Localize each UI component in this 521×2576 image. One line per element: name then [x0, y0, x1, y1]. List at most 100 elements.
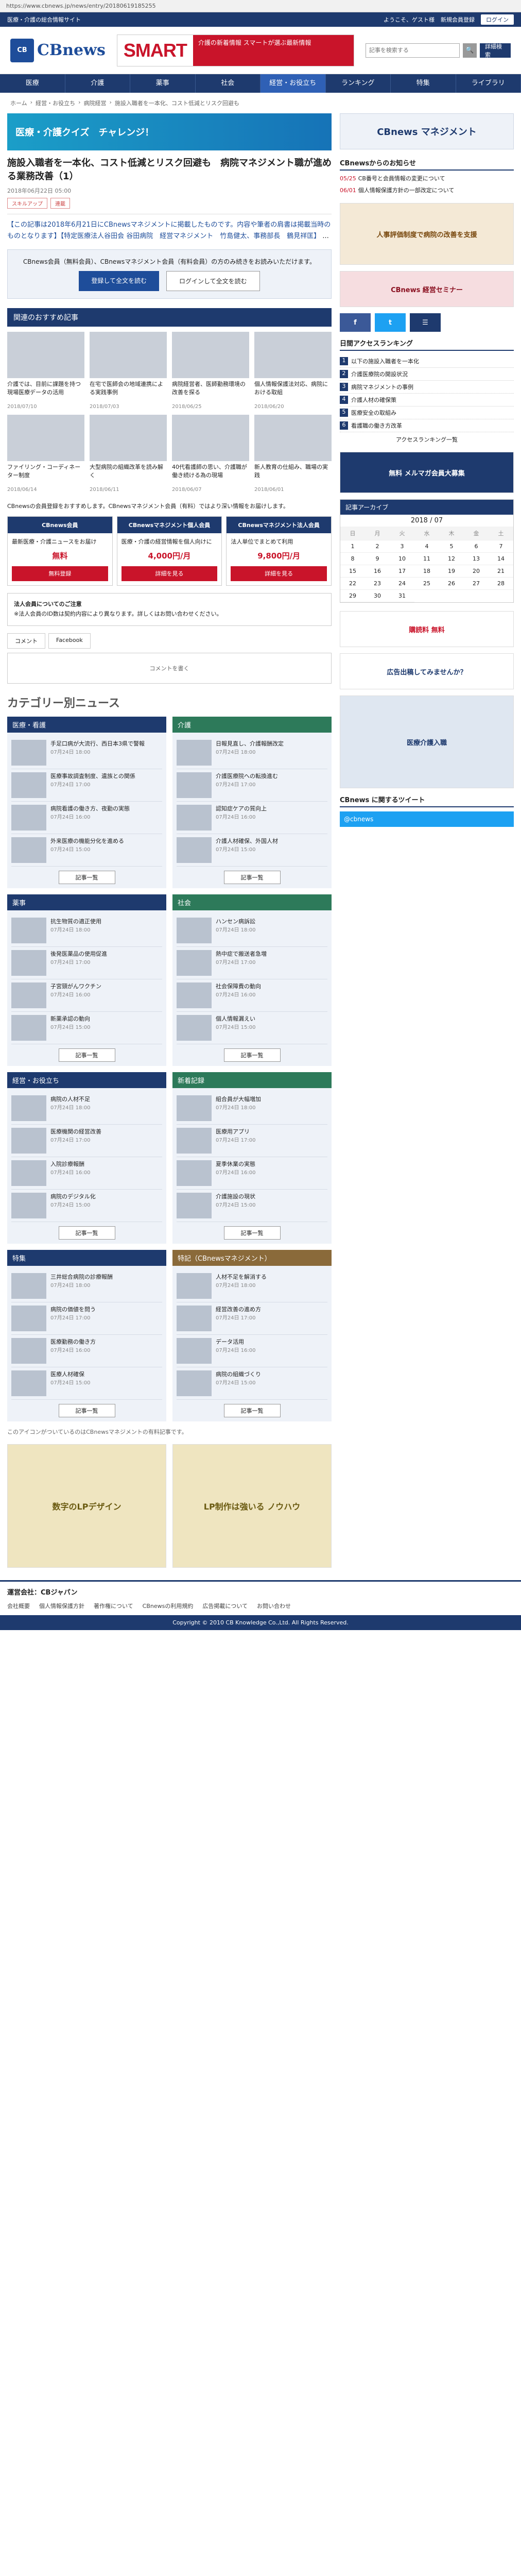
- footer-link[interactable]: 著作権について: [94, 1602, 133, 1610]
- footer-link[interactable]: CBnewsの利用規約: [143, 1602, 194, 1610]
- calendar-day[interactable]: 3: [390, 540, 414, 553]
- category-news-item[interactable]: 三井総合病院の診療報酬 07月24日 18:00: [11, 1270, 162, 1302]
- ranking-item[interactable]: 2 介護医療院の開設状況: [340, 368, 514, 381]
- recommend-item[interactable]: 介護では、目前に課題を持つ現場医療データの活用 2018/07/10: [7, 332, 84, 410]
- calendar-day[interactable]: 20: [464, 565, 489, 578]
- nav-special[interactable]: 特集: [391, 74, 456, 93]
- calendar-day[interactable]: 8: [340, 553, 365, 565]
- sidebar-cbnews-management-banner[interactable]: CBnews マネジメント: [340, 113, 514, 149]
- category-news-item[interactable]: データ活用 07月24日 16:00: [177, 1335, 327, 1367]
- ranking-item[interactable]: 1 以下の施設入職者を一本化: [340, 355, 514, 368]
- plan-button[interactable]: 詳細を見る: [121, 566, 218, 582]
- comment-input[interactable]: コメントを書く: [7, 652, 332, 684]
- calendar-day[interactable]: 25: [414, 578, 439, 590]
- detail-search-button[interactable]: 詳細検索: [480, 43, 511, 58]
- sidebar-ad-placement-banner[interactable]: 広告出稿してみませんか？: [340, 653, 514, 689]
- category-news-item[interactable]: 介護施設の現状 07月24日 15:00: [177, 1190, 327, 1222]
- calendar-day[interactable]: 7: [489, 540, 513, 553]
- nav-care[interactable]: 介護: [65, 74, 130, 93]
- calendar-day[interactable]: 13: [464, 553, 489, 565]
- footer-link[interactable]: 個人情報保護方針: [39, 1602, 84, 1610]
- tab-facebook[interactable]: Facebook: [48, 633, 91, 649]
- calendar-day[interactable]: 4: [414, 540, 439, 553]
- sidebar-magazine-banner[interactable]: 無料 メルマガ会員大募集: [340, 452, 514, 493]
- calendar-day[interactable]: 5: [439, 540, 464, 553]
- calendar-day[interactable]: 27: [464, 578, 489, 590]
- ranking-more-link[interactable]: アクセスランキング一覧: [340, 435, 514, 444]
- bottom-ad-lp-design[interactable]: 数字のLPデザイン: [7, 1444, 166, 1568]
- nav-pharma[interactable]: 薬事: [130, 74, 196, 93]
- category-news-item[interactable]: 介護人材確保、外国人材 07月24日 15:00: [177, 834, 327, 867]
- nav-ranking[interactable]: ランキング: [326, 74, 391, 93]
- calendar-day[interactable]: 6: [464, 540, 489, 553]
- category-news-item[interactable]: 組合員が大幅増加 07月24日 18:00: [177, 1092, 327, 1125]
- recommend-item[interactable]: 40代看護師の思い、介護職が働き続ける為の現場 2018/06/07: [172, 415, 249, 493]
- register-read-button[interactable]: 登録して全文を読む: [79, 271, 159, 292]
- plan-button[interactable]: 詳細を見る: [231, 566, 327, 582]
- category-more-button[interactable]: 記事一覧: [58, 1226, 115, 1240]
- sidebar-free-banner[interactable]: 購読料 無料: [340, 611, 514, 647]
- calendar-day[interactable]: 16: [365, 565, 390, 578]
- category-news-item[interactable]: 社会保障費の動向 07月24日 16:00: [177, 979, 327, 1012]
- category-news-item[interactable]: 病院の組織づくり 07月24日 15:00: [177, 1367, 327, 1400]
- nav-medical[interactable]: 医療: [0, 74, 65, 93]
- category-news-item[interactable]: 医療勤務の働き方 07月24日 16:00: [11, 1335, 162, 1367]
- ranking-item[interactable]: 6 看護職の働き方改革: [340, 419, 514, 432]
- category-heading[interactable]: 社会: [172, 894, 332, 910]
- category-news-item[interactable]: 認知症ケアの質向上 07月24日 16:00: [177, 802, 327, 834]
- rss-icon[interactable]: ☰: [410, 313, 441, 332]
- category-news-item[interactable]: ハンセン病訴訟 07月24日 18:00: [177, 914, 327, 947]
- category-news-item[interactable]: 経営改善の進め方 07月24日 17:00: [177, 1302, 327, 1335]
- plan-button[interactable]: 無料登録: [12, 566, 108, 582]
- category-more-button[interactable]: 記事一覧: [58, 1048, 115, 1062]
- breadcrumb-home[interactable]: ホーム: [10, 99, 27, 107]
- browser-address-bar[interactable]: https://www.cbnews.jp/news/entry/2018061…: [0, 0, 521, 12]
- category-heading[interactable]: 介護: [172, 716, 332, 733]
- category-heading[interactable]: 新着記録: [172, 1072, 332, 1088]
- category-news-item[interactable]: 医療人材確保 07月24日 15:00: [11, 1367, 162, 1400]
- calendar-day[interactable]: 31: [390, 590, 414, 602]
- tag-series[interactable]: 連載: [50, 198, 70, 209]
- calendar-day[interactable]: 1: [340, 540, 365, 553]
- login-read-button[interactable]: ログインして全文を読む: [166, 271, 260, 292]
- recommend-item[interactable]: 大型病院の組織改革を読み解く 2018/06/11: [90, 415, 167, 493]
- tag-skillup[interactable]: スキルアップ: [7, 198, 47, 209]
- breadcrumb-subcategory[interactable]: 病院経営: [83, 99, 106, 107]
- category-heading[interactable]: 薬事: [7, 894, 166, 910]
- calendar-day[interactable]: 23: [365, 578, 390, 590]
- login-button[interactable]: ログイン: [481, 14, 514, 25]
- category-heading[interactable]: 医療・看護: [7, 716, 166, 733]
- ranking-item[interactable]: 5 医療安全の取組み: [340, 406, 514, 419]
- calendar-day[interactable]: 22: [340, 578, 365, 590]
- smart-ad-banner[interactable]: SMART 介護の新着情報 スマートが選ぶ最新情報: [116, 34, 354, 66]
- calendar-day[interactable]: 12: [439, 553, 464, 565]
- category-news-item[interactable]: 医療事故調査制度、遺族との関係 07月24日 17:00: [11, 769, 162, 802]
- calendar-day[interactable]: 17: [390, 565, 414, 578]
- category-news-item[interactable]: 医療用アプリ 07月24日 17:00: [177, 1125, 327, 1157]
- category-news-item[interactable]: 抗生物質の適正使用 07月24日 18:00: [11, 914, 162, 947]
- calendar-day[interactable]: 9: [365, 553, 390, 565]
- register-link[interactable]: 新規会員登録: [441, 15, 475, 24]
- calendar-day[interactable]: 11: [414, 553, 439, 565]
- category-news-item[interactable]: 病院のデジタル化 07月24日 15:00: [11, 1190, 162, 1222]
- category-news-item[interactable]: 病院の人材不足 07月24日 18:00: [11, 1092, 162, 1125]
- category-news-item[interactable]: 後発医薬品の使用促進 07月24日 17:00: [11, 947, 162, 979]
- sidebar-ad-evaluation[interactable]: 人事評価制度で病院の改善を支援: [340, 203, 514, 265]
- category-news-item[interactable]: 個人情報漏えい 07月24日 15:00: [177, 1012, 327, 1044]
- calendar-day[interactable]: 18: [414, 565, 439, 578]
- twitter-handle[interactable]: @cbnews: [340, 811, 514, 827]
- category-news-item[interactable]: 病院の価値を問う 07月24日 17:00: [11, 1302, 162, 1335]
- facebook-icon[interactable]: f: [340, 313, 371, 332]
- category-news-item[interactable]: 外来医療の機能分化を進める 07月24日 15:00: [11, 834, 162, 867]
- category-news-item[interactable]: 入院診療報酬 07月24日 16:00: [11, 1157, 162, 1190]
- recommend-item[interactable]: 病院経営者、医師勤務環境の改善を探る 2018/06/25: [172, 332, 249, 410]
- category-news-item[interactable]: 新薬承認の動向 07月24日 15:00: [11, 1012, 162, 1044]
- ranking-item[interactable]: 3 病院マネジメントの事例: [340, 381, 514, 394]
- quiz-banner[interactable]: 医療・介護クイズ チャレンジ！: [7, 113, 332, 150]
- calendar-day[interactable]: 21: [489, 565, 513, 578]
- category-news-item[interactable]: 熱中症で搬送者急増 07月24日 17:00: [177, 947, 327, 979]
- footer-link[interactable]: 会社概要: [7, 1602, 30, 1610]
- category-more-button[interactable]: 記事一覧: [223, 1403, 281, 1417]
- category-news-item[interactable]: 介護医療院への転換進む 07月24日 17:00: [177, 769, 327, 802]
- recommend-item[interactable]: 在宅で医師会の地域連携による実践事例 2018/07/03: [90, 332, 167, 410]
